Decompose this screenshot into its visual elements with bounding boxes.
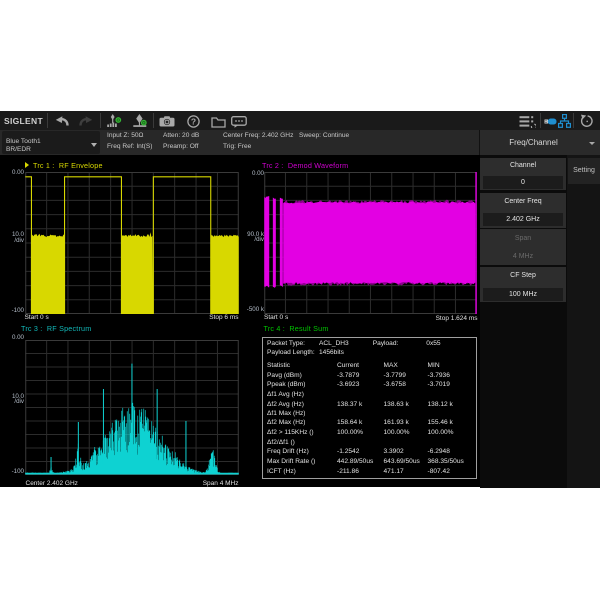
svg-text:?: ? [191, 116, 196, 126]
